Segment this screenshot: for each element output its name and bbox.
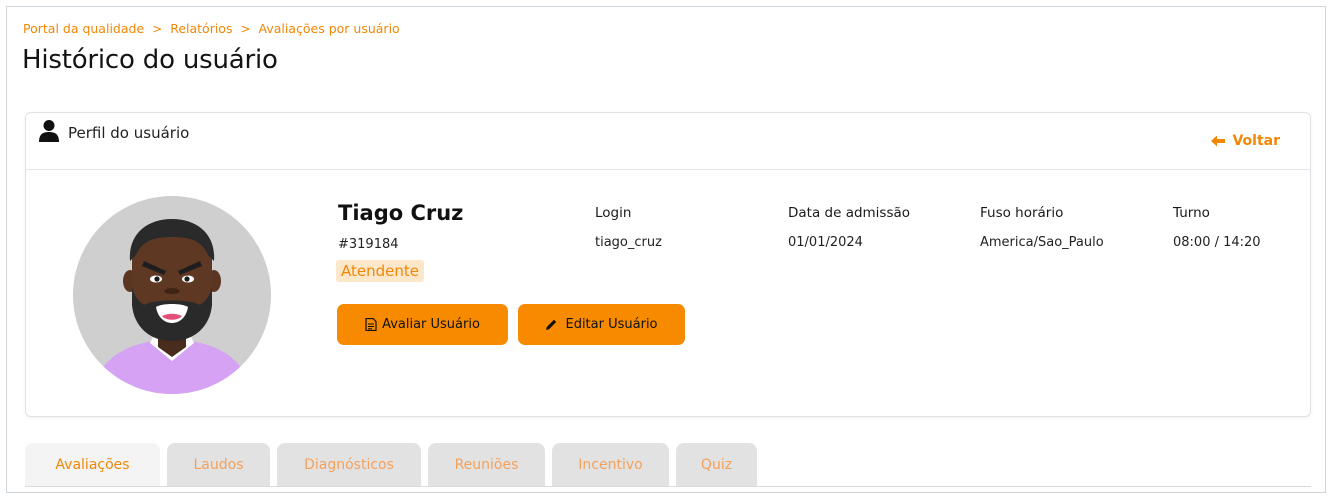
pencil-icon: [546, 319, 557, 330]
info-login: Login tiago_cruz: [595, 205, 662, 250]
profile-card-title: Perfil do usuário: [68, 124, 190, 142]
role-badge: Atendente: [336, 260, 424, 282]
tab-diagnosticos[interactable]: Diagnósticos: [277, 443, 421, 487]
breadcrumb-separator: >: [152, 21, 163, 36]
info-admission-date-value: 01/01/2024: [788, 235, 863, 250]
avatar: [73, 196, 271, 394]
info-timezone-value: America/Sao_Paulo: [980, 235, 1104, 250]
breadcrumb-item-evaluations[interactable]: Avaliações por usuário: [259, 21, 400, 36]
tab-reunioes[interactable]: Reuniões: [428, 443, 545, 487]
profile-card: Perfil do usuário Voltar Tiago Cruz #319…: [25, 112, 1311, 417]
back-button[interactable]: Voltar: [1211, 133, 1280, 149]
edit-user-button[interactable]: Editar Usuário: [518, 304, 685, 345]
user-id: #319184: [338, 237, 399, 252]
tab-incentivo[interactable]: Incentivo: [552, 443, 669, 487]
edit-user-label: Editar Usuário: [565, 317, 658, 332]
info-login-value: tiago_cruz: [595, 235, 662, 250]
breadcrumb: Portal da qualidade > Relatórios > Avali…: [23, 21, 400, 36]
info-shift: Turno 08:00 / 14:20: [1173, 205, 1261, 250]
tab-quiz[interactable]: Quiz: [676, 443, 757, 487]
info-timezone-label: Fuso horário: [980, 205, 1064, 221]
info-admission-date-label: Data de admissão: [788, 205, 911, 221]
tab-bar: Avaliações Laudos Diagnósticos Reuniões …: [25, 443, 757, 487]
breadcrumb-item-reports[interactable]: Relatórios: [170, 21, 232, 36]
breadcrumb-separator: >: [240, 21, 251, 36]
document-icon: [365, 318, 377, 331]
profile-card-header: Perfil do usuário Voltar: [26, 113, 1310, 170]
evaluate-user-button[interactable]: Avaliar Usuário: [337, 304, 508, 345]
breadcrumb-item-portal[interactable]: Portal da qualidade: [23, 21, 144, 36]
info-admission-date: Data de admissão 01/01/2024: [788, 205, 910, 250]
info-login-label: Login: [595, 205, 632, 221]
user-name: Tiago Cruz: [338, 201, 464, 225]
tab-divider: [25, 486, 1311, 487]
user-icon: [39, 120, 59, 142]
info-shift-label: Turno: [1173, 205, 1210, 221]
info-shift-value: 08:00 / 14:20: [1173, 235, 1261, 250]
back-label: Voltar: [1232, 133, 1280, 149]
info-timezone: Fuso horário America/Sao_Paulo: [980, 205, 1104, 250]
arrow-left-icon: [1211, 135, 1226, 147]
evaluate-user-label: Avaliar Usuário: [382, 317, 480, 332]
page-title: Histórico do usuário: [22, 45, 278, 75]
tab-avaliacoes[interactable]: Avaliações: [25, 443, 160, 487]
page-frame: Portal da qualidade > Relatórios > Avali…: [6, 6, 1326, 493]
tab-laudos[interactable]: Laudos: [167, 443, 270, 487]
